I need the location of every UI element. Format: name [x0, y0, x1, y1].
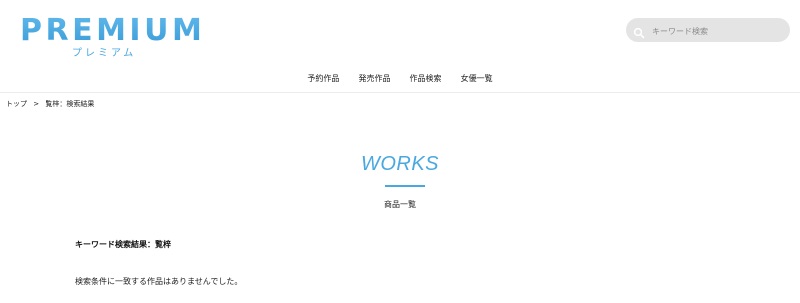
site-header: PREMIUM プレミアム 予約作品 発売作品 作品検索 女優一覧 [0, 0, 800, 93]
page: PREMIUM プレミアム 予約作品 発売作品 作品検索 女優一覧 トップ > … [0, 0, 800, 303]
search-icon[interactable] [633, 24, 645, 39]
search-result-heading: キーワード検索結果：覧梓 [75, 240, 171, 249]
main-nav: 予約作品 発売作品 作品検索 女優一覧 [0, 66, 800, 83]
nav-item-reservation[interactable]: 予約作品 [307, 73, 339, 85]
breadcrumb-separator: > [33, 100, 40, 108]
search-input[interactable] [650, 21, 786, 41]
search-bar[interactable] [626, 18, 790, 42]
nav-item-released[interactable]: 発売作品 [358, 73, 390, 85]
breadcrumb-current: 覧梓：検索結果 [45, 100, 95, 108]
no-results-message: 検索条件に一致する作品はありませんでした。 [75, 277, 243, 286]
nav-item-search[interactable]: 作品検索 [410, 73, 442, 85]
title-underline [385, 185, 425, 187]
site-logo[interactable]: PREMIUM プレミアム [20, 14, 202, 60]
breadcrumb-home-link[interactable]: トップ [6, 100, 27, 108]
breadcrumb: トップ > 覧梓：検索結果 [6, 98, 94, 110]
logo-text: PREMIUM [20, 13, 206, 48]
works-title: WORKS [360, 153, 440, 175]
nav-item-actresses[interactable]: 女優一覧 [461, 73, 493, 85]
logo-subtext: プレミアム [72, 48, 137, 59]
works-subtitle: 商品一覧 [384, 200, 416, 209]
